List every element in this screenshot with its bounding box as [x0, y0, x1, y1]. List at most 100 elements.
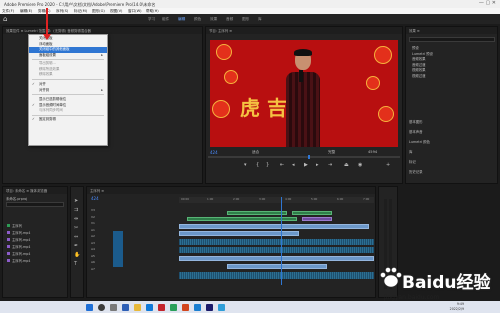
timeline-clip[interactable]: [227, 264, 327, 269]
section-markers[interactable]: 标记: [409, 157, 430, 167]
menu-item-panel-group-settings[interactable]: 面板组设置 ▸: [29, 53, 107, 59]
track-select-icon[interactable]: ⇉: [74, 206, 80, 215]
list-item[interactable]: 主序列.mp4: [7, 251, 30, 258]
list-item[interactable]: 主序列.mp4: [7, 258, 30, 265]
start-icon[interactable]: [86, 303, 93, 311]
pen-tool-icon[interactable]: ✒: [74, 242, 80, 251]
audio-waveform[interactable]: [179, 272, 374, 279]
scrub-bar[interactable]: [208, 156, 400, 158]
lift-icon[interactable]: ⏏: [344, 162, 349, 168]
selection-tool-icon[interactable]: ➤: [74, 197, 80, 206]
mark-in-icon[interactable]: {: [256, 162, 259, 168]
project-file-list: 主序列 主序列.mp4 主序列.mp4 主序列.mp4 主序列.mp4 主序列.…: [7, 223, 30, 265]
timeline-header[interactable]: 主序列 ≡: [87, 187, 375, 194]
section-lumetri-color[interactable]: Lumetri 颜色: [409, 137, 430, 147]
lantern-image: [212, 100, 230, 118]
list-item[interactable]: 主序列.mp4: [7, 230, 30, 237]
go-to-out-icon[interactable]: ⇥: [328, 162, 332, 168]
workspace-color[interactable]: 颜色: [194, 17, 201, 22]
section-essential-graphics[interactable]: 基本图形: [409, 117, 430, 127]
file-explorer-icon[interactable]: [134, 303, 141, 311]
effects-header[interactable]: 效果 ≡: [406, 27, 497, 34]
section-essential-sound[interactable]: 基本声音: [409, 127, 430, 137]
step-back-icon[interactable]: ◂: [292, 162, 295, 168]
effects-tree-item[interactable]: 视频过渡: [412, 74, 433, 80]
project-search-input[interactable]: [6, 202, 64, 207]
add-button-icon[interactable]: +: [386, 162, 390, 168]
project-header[interactable]: 项目: 未命名 ≡ 媒体浏览器: [3, 187, 67, 194]
taskbar-app-icon[interactable]: [122, 303, 129, 311]
home-icon[interactable]: ⌂: [3, 15, 7, 23]
section-libraries[interactable]: 库: [409, 147, 430, 157]
baidu-paw-icon: [380, 267, 402, 288]
checkmark-icon: ✓: [32, 117, 35, 121]
program-controls: 424 适合 完整 4594 ▾ { } ⇤ ◂ ▶ ▸ ⇥ ⏏ ◉ +: [208, 150, 402, 182]
edge-browser-icon[interactable]: [146, 303, 153, 311]
track-label[interactable]: A2: [91, 233, 95, 240]
audio-waveform[interactable]: [179, 239, 374, 245]
track-label[interactable]: A4: [91, 246, 95, 253]
menu-item-remove-effects[interactable]: 移除效果: [29, 72, 107, 78]
workspace-editing[interactable]: 编辑: [178, 17, 185, 22]
step-forward-icon[interactable]: ▸: [316, 162, 319, 168]
premiere-pro-icon[interactable]: [206, 303, 213, 311]
effects-search-input[interactable]: [409, 37, 495, 42]
window-title: Adobe Premiere Pro 2020 - C:\用户\文档\文档\Ad…: [4, 1, 156, 7]
timeline-playhead[interactable]: [281, 197, 282, 285]
timeline-clip[interactable]: [292, 211, 332, 215]
workspace-audio[interactable]: 音频: [226, 17, 233, 22]
time-ruler[interactable]: 00:00 1:00 2:00 3:00 4:00 5:00 6:00 7:00: [179, 197, 374, 203]
taskbar-app-icon[interactable]: [170, 303, 177, 311]
section-history[interactable]: 历史记录: [409, 167, 430, 177]
timeline-clip[interactable]: [179, 256, 374, 261]
menu-item-sync-time[interactable]: 与序列同步时间: [29, 108, 107, 114]
track-label[interactable]: A6: [91, 259, 95, 266]
export-frame-icon[interactable]: ◉: [358, 162, 362, 168]
timeline-clip[interactable]: [302, 217, 332, 221]
ripple-edit-icon[interactable]: ⇹: [74, 215, 80, 224]
track-label[interactable]: A7: [91, 266, 95, 273]
list-item[interactable]: 主序列.mp4: [7, 237, 30, 244]
slip-tool-icon[interactable]: ⇔: [74, 233, 80, 242]
panel-context-menu: 关闭面板 浮动面板 关闭组中的其他面板 面板组设置 ▸ 导出剪辑... 移除所选效…: [28, 34, 108, 146]
ruler-tick: 7:00: [363, 197, 370, 201]
panel-tabs[interactable]: 效果控件 ≡ Lumetri 范围 源：(无剪辑) 音频剪辑混合器: [3, 27, 202, 34]
timeline-clip[interactable]: [227, 211, 287, 215]
list-item[interactable]: 主序列: [7, 223, 30, 230]
mark-out-icon[interactable]: }: [266, 162, 269, 168]
play-icon[interactable]: ▶: [304, 162, 308, 168]
taskbar-app-icon[interactable]: [194, 303, 201, 311]
menu-item-snap-to[interactable]: 对齐到 ▸: [29, 88, 107, 94]
menu-item-pin-to-clip[interactable]: ✓ 固定到剪辑: [29, 117, 107, 123]
workspace-effects[interactable]: 效果: [210, 17, 217, 22]
timeline-timecode[interactable]: 424: [91, 196, 99, 201]
track-label[interactable]: V3: [91, 207, 95, 214]
taskbar-app-icon[interactable]: [218, 303, 225, 311]
timeline-clip[interactable]: [179, 224, 369, 229]
workspace-learn[interactable]: 学习: [148, 17, 155, 22]
menu-separator: [32, 78, 104, 80]
hand-tool-icon[interactable]: ✋: [74, 251, 80, 260]
program-monitor-header[interactable]: 节目: 主序列 ≡: [206, 27, 402, 34]
taskbar-app-icon[interactable]: [158, 303, 165, 311]
playhead-marker[interactable]: [308, 155, 310, 159]
workspace-assembly[interactable]: 组件: [162, 17, 169, 22]
razor-tool-icon[interactable]: ✂: [74, 224, 80, 233]
go-to-in-icon[interactable]: ⇤: [280, 162, 284, 168]
workspace-graphics[interactable]: 图形: [242, 17, 249, 22]
marker-icon[interactable]: ▾: [244, 162, 247, 168]
track-target-highlight[interactable]: [113, 231, 123, 267]
track-label[interactable]: V1: [91, 220, 95, 227]
workspace-libraries[interactable]: 库: [258, 17, 262, 22]
list-item[interactable]: 主序列.mp4: [7, 244, 30, 251]
window-controls[interactable]: — ▢ ✕: [479, 0, 496, 6]
task-view-icon[interactable]: [110, 303, 117, 311]
audio-waveform[interactable]: [179, 247, 374, 253]
ruler-tick: 4:00: [285, 197, 292, 201]
quality-dropdown[interactable]: 完整: [328, 150, 335, 155]
taskbar-app-icon[interactable]: [182, 303, 189, 311]
search-icon[interactable]: [98, 303, 105, 311]
fit-dropdown[interactable]: 适合: [252, 150, 259, 155]
program-timecode[interactable]: 424: [210, 150, 218, 155]
type-tool-icon[interactable]: T: [74, 260, 80, 269]
